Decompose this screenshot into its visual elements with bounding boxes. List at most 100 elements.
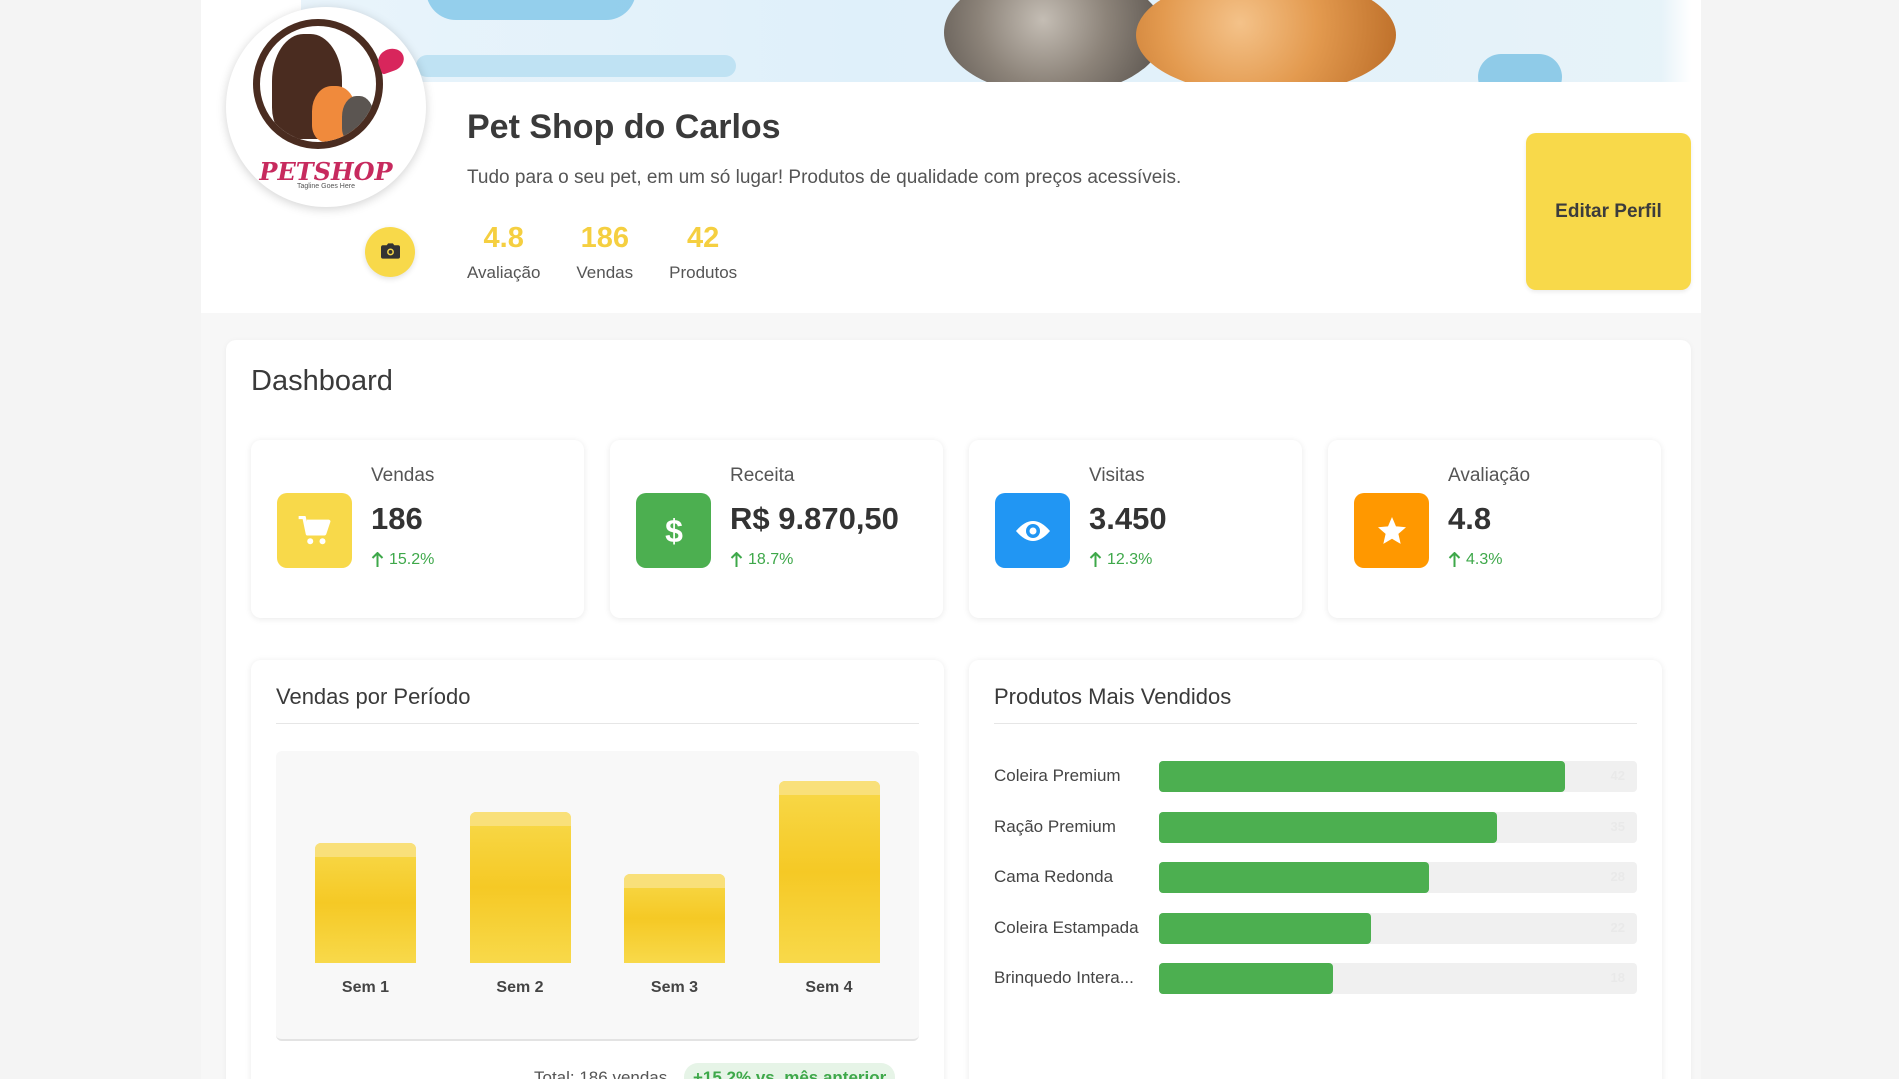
banner-orange-kitten [1136, 0, 1396, 82]
banner-logo-shape [426, 0, 636, 20]
camera-icon [380, 242, 400, 262]
product-row: Ração Premium 35 [994, 811, 1637, 843]
cat2-silhouette [342, 96, 374, 142]
sales-bar-chart: Sem 1 Sem 2 Sem 3 Sem 4 [276, 751, 919, 1041]
banner-fade [1661, 0, 1691, 82]
dollar-icon: $ [636, 493, 711, 568]
logo-circle [253, 19, 383, 149]
sales-panel-title: Vendas por Período [276, 684, 471, 709]
shop-name: Pet Shop do Carlos [467, 108, 781, 146]
eye-icon [995, 493, 1070, 568]
product-count: 28 [1610, 869, 1625, 884]
shop-avatar: PETSHOP Tagline Goes Here [226, 7, 426, 207]
sales-total: Total: 186 vendas [534, 1068, 668, 1079]
kpi-trend-value: 12.3% [1107, 551, 1153, 568]
product-bar-fill [1159, 862, 1430, 893]
profile-stats: 4.8 Avaliação 186 Vendas 42 Produtos [467, 222, 737, 283]
cover-banner [301, 0, 1691, 82]
kpi-trend: 18.7% [730, 551, 793, 569]
product-name: Ração Premium [994, 816, 1116, 836]
profile-header: PETSHOP Tagline Goes Here Pet Shop do Ca… [201, 0, 1701, 313]
sales-period-panel: Vendas por Período Sem 1 Sem 2 Sem 3 Sem 4 … [251, 660, 944, 1079]
arrow-up-icon [371, 552, 384, 567]
kpi-value: 4.8 [1448, 501, 1492, 536]
product-bar-fill [1159, 912, 1372, 944]
cart-icon [277, 493, 352, 568]
kpi-trend-value: 4.3% [1466, 551, 1503, 568]
chart-bar [315, 843, 416, 963]
edit-profile-button[interactable]: Editar Perfil [1526, 133, 1691, 290]
stat-value: 42 [687, 222, 720, 254]
kpi-card-sales: Vendas 186 15.2% [251, 440, 584, 618]
product-bar-track: 22 [1159, 912, 1637, 944]
kpi-card-revenue: $ Receita R$ 9.870,50 18.7% [610, 440, 943, 618]
chart-bar [469, 812, 571, 963]
product-bar-track: 35 [1159, 811, 1637, 843]
stat-products: 42 Produtos [669, 222, 737, 283]
product-bar-track: 28 [1159, 862, 1637, 893]
logo-tagline: Tagline Goes Here [297, 183, 355, 190]
divider [994, 723, 1637, 724]
kpi-label: Vendas [371, 465, 435, 486]
arrow-up-icon [1089, 552, 1102, 567]
product-count: 22 [1610, 919, 1625, 935]
chart-category-label: Sem 1 [341, 979, 390, 996]
chart-bar-highlight [469, 812, 571, 827]
banner-cloud [1478, 54, 1562, 82]
stat-label: Avaliação [467, 263, 541, 282]
kpi-label: Receita [730, 465, 795, 486]
logo-text: PETSHOP [259, 157, 393, 186]
chart-category-label: Sem 4 [805, 979, 853, 996]
sales-growth-badge: +15.2% vs. mês anterior [684, 1063, 896, 1079]
product-name: Coleira Premium [994, 766, 1121, 785]
product-count: 42 [1610, 768, 1625, 783]
product-row: Coleira Estampada 22 [994, 912, 1637, 944]
banner-splash [416, 55, 736, 77]
kpi-value: R$ 9.870,50 [730, 501, 899, 536]
kpi-card-rating: Avaliação 4.8 4.3% [1328, 440, 1661, 618]
arrow-up-icon [730, 552, 743, 567]
kpi-trend-value: 15.2% [389, 551, 435, 568]
svg-text:$: $ [665, 514, 683, 548]
kpi-value: 186 [371, 501, 423, 536]
chart-category-label: Sem 3 [650, 979, 699, 996]
product-bar-fill [1159, 811, 1497, 843]
kpi-label: Visitas [1089, 465, 1145, 486]
product-row: Cama Redonda 28 [994, 862, 1637, 893]
kpi-card-visits: Visitas 3.450 12.3% [969, 440, 1302, 618]
stat-label: Produtos [669, 263, 738, 282]
product-name: Coleira Estampada [994, 917, 1139, 937]
chart-category-label: Sem 2 [496, 979, 544, 996]
kpi-value: 3.450 [1089, 501, 1167, 536]
shop-description: Tudo para o seu pet, em um só lugar! Pro… [467, 167, 1182, 188]
star-icon [1354, 493, 1429, 568]
product-bar-fill [1159, 963, 1333, 994]
chart-bar [778, 781, 880, 963]
dashboard-card: Dashboard Vendas 186 15.2% $ Receita R$ … [226, 340, 1691, 1079]
product-bar-track: 42 [1159, 761, 1637, 792]
divider [276, 723, 919, 724]
dashboard-title: Dashboard [251, 365, 393, 397]
product-bar-fill [1159, 761, 1565, 792]
change-photo-button[interactable] [365, 227, 415, 277]
page: PETSHOP Tagline Goes Here Pet Shop do Ca… [201, 0, 1701, 1079]
chart-bar-highlight [624, 873, 725, 888]
kpi-trend: 4.3% [1448, 551, 1502, 569]
banner-gray-kitten [944, 0, 1164, 82]
product-row: Brinquedo Intera... 18 [994, 963, 1637, 994]
stat-value: 186 [580, 222, 629, 254]
stat-sales: 186 Vendas [576, 222, 633, 283]
product-count: 18 [1610, 970, 1625, 985]
product-name: Brinquedo Intera... [994, 968, 1134, 987]
arrow-up-icon [1448, 552, 1461, 567]
stat-rating: 4.8 Avaliação [467, 222, 540, 283]
stat-value: 4.8 [483, 222, 524, 254]
product-count: 35 [1610, 818, 1625, 834]
kpi-trend: 15.2% [371, 551, 434, 569]
kpi-trend: 12.3% [1089, 551, 1152, 569]
product-name: Cama Redonda [994, 867, 1114, 886]
product-bar-track: 18 [1159, 963, 1637, 994]
kpi-label: Avaliação [1448, 465, 1531, 486]
product-row: Coleira Premium 42 [994, 761, 1637, 792]
chart-bar-highlight [315, 843, 416, 857]
